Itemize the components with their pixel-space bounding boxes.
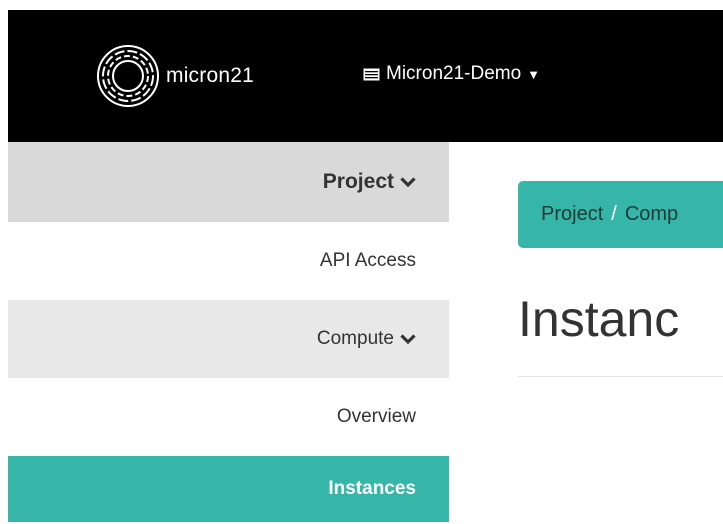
sidebar-item-label: Instances: [328, 478, 416, 499]
sidebar-item-overview[interactable]: Overview: [8, 378, 449, 456]
chevron-down-icon: [400, 333, 416, 345]
sidebar-item-instances[interactable]: Instances: [8, 456, 449, 522]
micron21-logo-icon: [97, 45, 159, 107]
sidebar-item-project[interactable]: Project: [8, 142, 449, 222]
project-icon: [363, 68, 380, 81]
sidebar-item-label: Compute: [316, 328, 394, 349]
breadcrumb-separator: /: [611, 203, 617, 225]
breadcrumb-item-compute[interactable]: Comp: [625, 203, 678, 226]
sidebar-item-label: Overview: [336, 406, 416, 427]
breadcrumb: Project / Comp: [518, 181, 723, 248]
chevron-down-icon: [400, 176, 416, 188]
sidebar-item-api-access[interactable]: API Access: [8, 222, 449, 300]
breadcrumb-item-project[interactable]: Project: [541, 203, 603, 226]
sidebar-item-label: API Access: [319, 250, 416, 271]
brand-logo[interactable]: micron21: [88, 36, 254, 116]
project-dropdown[interactable]: Micron21-Demo ▼: [363, 63, 540, 85]
sidebar-item-compute[interactable]: Compute: [8, 300, 449, 378]
logo-text: micron21: [166, 64, 254, 87]
caret-down-icon: ▼: [527, 66, 541, 82]
project-name: Micron21-Demo: [386, 63, 522, 84]
title-divider: [518, 376, 723, 377]
sidebar: Project API Access Compute Overview Inst…: [8, 142, 449, 522]
page-title: Instanc: [518, 291, 680, 347]
top-navbar: micron21 Micron21-Demo ▼: [8, 10, 723, 142]
sidebar-item-label: Project: [322, 170, 394, 193]
